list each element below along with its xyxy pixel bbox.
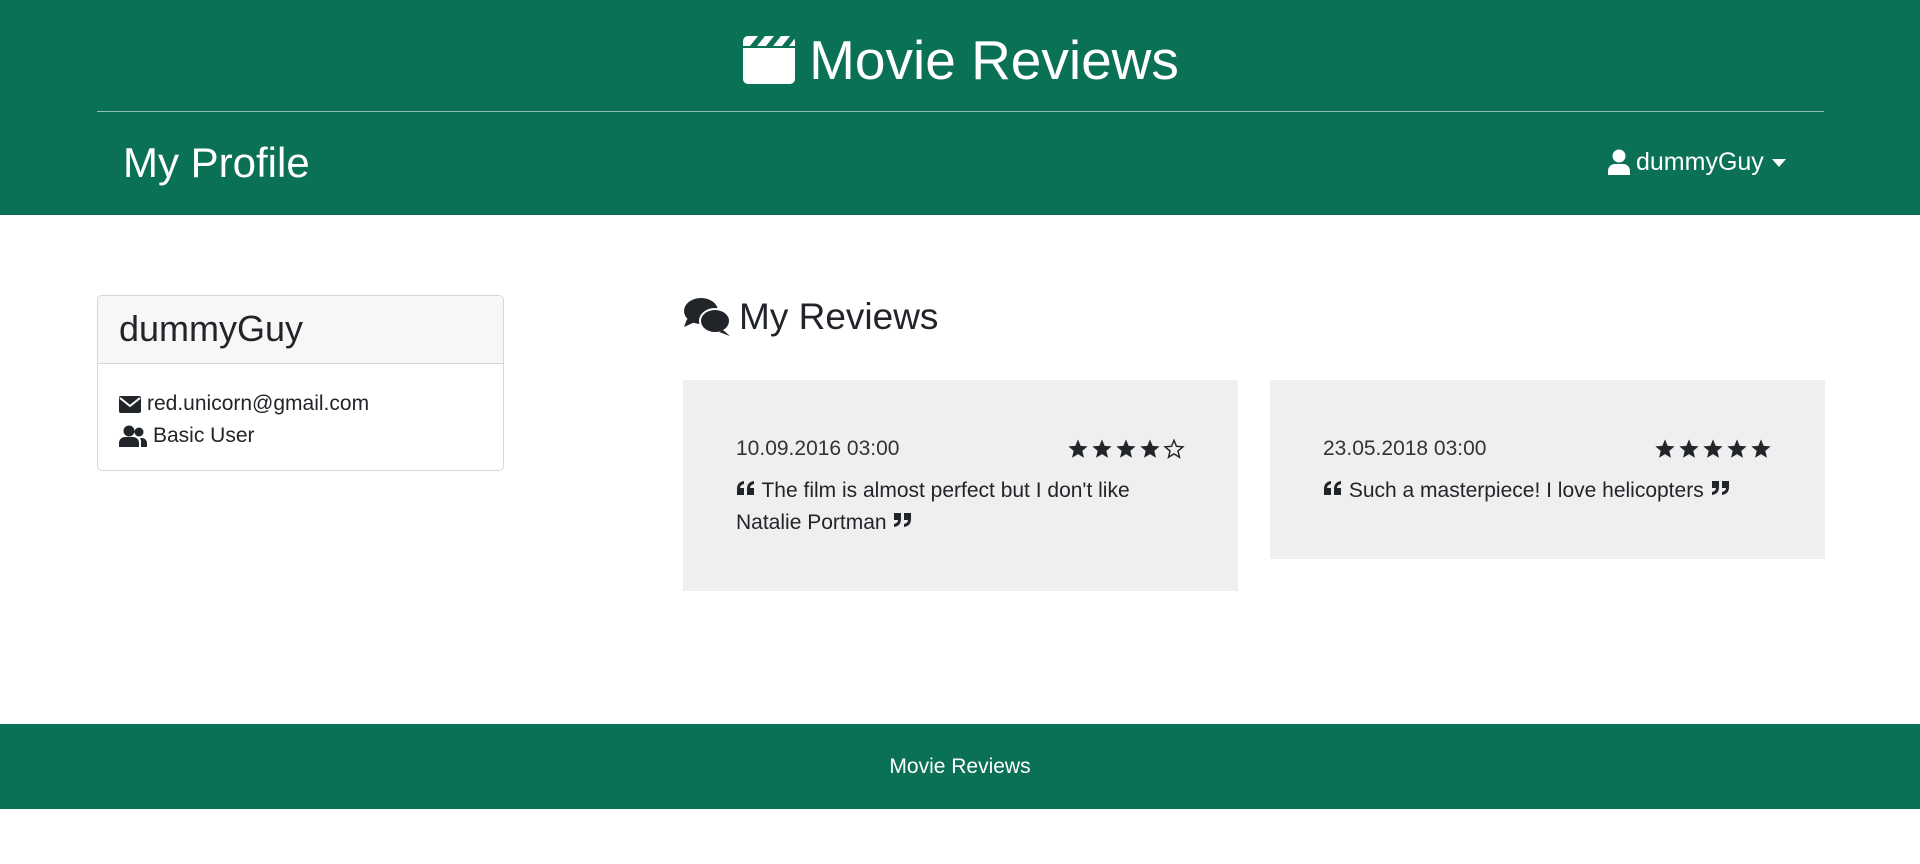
profile-details: red.unicorn@gmail.com Basic User [98, 364, 503, 452]
header-divider [97, 111, 1824, 112]
comments-icon [684, 298, 731, 336]
site-footer: Movie Reviews [0, 724, 1920, 809]
envelope-icon [119, 395, 141, 413]
profile-email-row: red.unicorn@gmail.com [119, 388, 503, 420]
brand-title: Movie Reviews [809, 29, 1179, 91]
star-icon [1116, 439, 1136, 458]
profile-email: red.unicorn@gmail.com [147, 392, 370, 415]
star-icon [1751, 439, 1771, 458]
quote-right-icon [894, 513, 912, 527]
review-rating [1654, 438, 1772, 460]
profile-card: dummyGuy red.unicorn@gmail.com Basic Use… [97, 295, 504, 471]
review-text-content: The film is almost perfect but I don't l… [736, 479, 1130, 534]
page-title: My Profile [123, 139, 310, 186]
reviews-heading: My Reviews [683, 295, 938, 339]
profile-role-row: Basic User [119, 420, 503, 452]
review-text: Such a masterpiece! I love helicopters [1323, 475, 1768, 507]
review-text-content: Such a masterpiece! I love helicopters [1348, 479, 1704, 502]
star-icon [1092, 439, 1112, 458]
users-icon [119, 425, 147, 447]
user-menu-label: dummyGuy [1636, 147, 1764, 176]
quote-right-icon [1711, 481, 1729, 495]
footer-text: Movie Reviews [889, 754, 1031, 778]
star-outline-icon [1163, 438, 1185, 459]
review-text: The film is almost perfect but I don't l… [736, 475, 1181, 539]
star-icon [1655, 439, 1675, 458]
star-icon [1679, 439, 1699, 458]
site-header: Movie Reviews My Profile dummyGuy [0, 0, 1920, 215]
reviews-heading-label: My Reviews [739, 296, 939, 337]
user-icon [1608, 149, 1630, 175]
brand[interactable]: Movie Reviews [0, 28, 1920, 92]
star-icon [1727, 439, 1747, 458]
star-icon [1703, 439, 1723, 458]
profile-username: dummyGuy [98, 296, 503, 364]
review-date: 23.05.2018 03:00 [1323, 437, 1487, 460]
review-card: 10.09.2016 03:00 The film is almost perf… [683, 380, 1238, 591]
review-rating [1067, 438, 1185, 460]
star-icon [1140, 439, 1160, 458]
quote-left-icon [737, 481, 754, 495]
review-card: 23.05.2018 03:00 Such a masterpiece! I l… [1270, 380, 1825, 559]
quote-left-icon [1324, 481, 1341, 495]
review-date: 10.09.2016 03:00 [736, 437, 900, 460]
profile-role: Basic User [153, 424, 255, 447]
clapperboard-icon [743, 36, 796, 84]
user-menu-dropdown[interactable]: dummyGuy [1608, 145, 1786, 179]
star-icon [1068, 439, 1088, 458]
caret-down-icon [1771, 159, 1786, 167]
